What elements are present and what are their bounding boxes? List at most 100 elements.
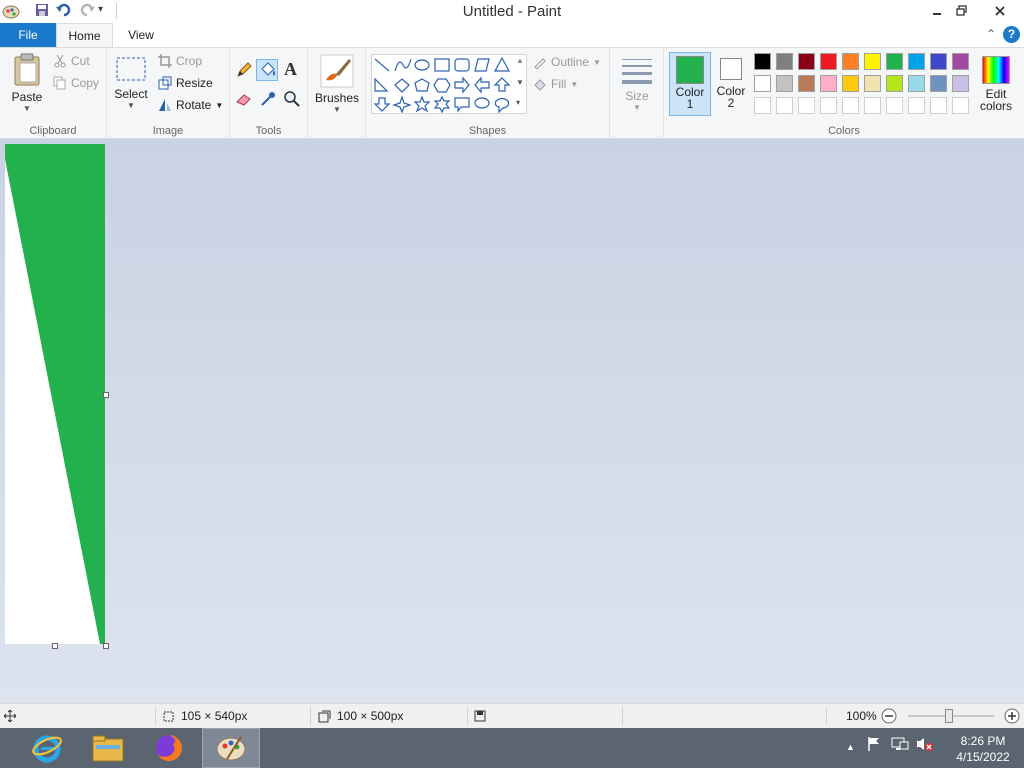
fill-button[interactable]: Fill ▼ xyxy=(533,77,578,91)
palette-swatch[interactable] xyxy=(886,53,903,70)
shapes-scroll-up-icon[interactable]: ▲ xyxy=(516,56,524,65)
rotate-dropdown-icon: ▼ xyxy=(215,100,224,110)
palette-swatch[interactable] xyxy=(798,75,815,92)
outline-button[interactable]: Outline ▼ xyxy=(533,55,601,69)
crop-label: Crop xyxy=(176,54,203,68)
drawing-canvas[interactable] xyxy=(5,144,105,644)
crop-button[interactable]: Crop xyxy=(158,54,202,68)
line-shape-icon xyxy=(374,58,390,72)
custom-color-slot[interactable] xyxy=(842,97,859,114)
palette-swatch[interactable] xyxy=(930,75,947,92)
palette-swatch[interactable] xyxy=(842,53,859,70)
palette-swatch[interactable] xyxy=(820,53,837,70)
custom-color-slot[interactable] xyxy=(864,97,881,114)
resize-button[interactable]: Resize xyxy=(158,76,213,90)
zoom-out-icon xyxy=(881,708,897,724)
palette-swatch[interactable] xyxy=(776,53,793,70)
network-icon[interactable] xyxy=(891,736,909,755)
resize-handle-corner[interactable] xyxy=(103,643,109,649)
restore-button[interactable] xyxy=(950,0,974,22)
size-button[interactable]: Size ▼ xyxy=(618,56,656,112)
clipboard-icon xyxy=(14,53,40,86)
palette-swatch[interactable] xyxy=(842,75,859,92)
color1-button[interactable]: Color 1 xyxy=(669,52,711,116)
cloud-callout-shape-icon xyxy=(494,97,510,114)
crop-icon xyxy=(158,54,172,68)
resize-handle-right[interactable] xyxy=(103,392,109,398)
color2-button[interactable]: Color 2 xyxy=(715,52,747,116)
zoom-out-button[interactable] xyxy=(881,704,897,728)
clock[interactable]: 8:26 PM 4/15/2022 xyxy=(948,733,1018,765)
custom-color-slot[interactable] xyxy=(776,97,793,114)
palette-swatch[interactable] xyxy=(754,53,771,70)
text-tool-icon[interactable]: A xyxy=(284,59,297,80)
tools-group-label: Tools xyxy=(255,125,282,137)
internet-explorer-button[interactable] xyxy=(18,728,76,768)
ribbon-tabs: File Home View ⌃ ? xyxy=(0,23,1024,47)
zoom-slider-thumb[interactable] xyxy=(945,709,953,723)
paint-taskbar-button[interactable] xyxy=(202,728,260,768)
edit-colors-button[interactable]: Edit colors xyxy=(976,56,1016,112)
rotate-button[interactable]: Rotate ▼ xyxy=(158,98,223,112)
paste-button[interactable]: Paste ▼ xyxy=(8,53,46,113)
pencil-icon[interactable] xyxy=(235,61,255,81)
palette-swatch[interactable] xyxy=(798,53,815,70)
tab-view[interactable]: View xyxy=(113,23,169,47)
zoom-in-button[interactable] xyxy=(1004,704,1020,728)
palette-swatch[interactable] xyxy=(820,75,837,92)
status-divider xyxy=(467,707,468,725)
canvas-workspace[interactable] xyxy=(0,139,1024,703)
firefox-button[interactable] xyxy=(140,728,198,768)
palette-swatch[interactable] xyxy=(886,75,903,92)
custom-color-slot[interactable] xyxy=(908,97,925,114)
custom-color-slot[interactable] xyxy=(952,97,969,114)
cut-button[interactable]: Cut xyxy=(53,54,90,68)
copy-icon xyxy=(53,76,66,90)
help-icon[interactable]: ? xyxy=(1003,26,1020,43)
palette-swatch[interactable] xyxy=(864,53,881,70)
color-picker-icon[interactable] xyxy=(259,90,279,110)
fill-bucket-icon[interactable] xyxy=(256,59,278,81)
select-dropdown-icon[interactable]: ▼ xyxy=(113,101,149,110)
shapes-more-icon[interactable]: ▾ xyxy=(516,98,520,107)
rectangle-shape-icon xyxy=(434,58,450,72)
custom-color-slot[interactable] xyxy=(820,97,837,114)
custom-color-slot[interactable] xyxy=(886,97,903,114)
custom-color-slot[interactable] xyxy=(754,97,771,114)
copy-button[interactable]: Copy xyxy=(53,76,99,90)
palette-swatch[interactable] xyxy=(754,75,771,92)
tools-group: A Tools xyxy=(230,48,308,139)
palette-swatch[interactable] xyxy=(864,75,881,92)
resize-handle-bottom[interactable] xyxy=(52,643,58,649)
tab-home[interactable]: Home xyxy=(56,23,113,47)
palette-swatch[interactable] xyxy=(930,53,947,70)
palette-swatch[interactable] xyxy=(952,53,969,70)
show-hidden-icons-icon[interactable]: ▲ xyxy=(846,742,855,752)
select-button[interactable]: Select ▼ xyxy=(113,54,149,110)
action-center-flag-icon[interactable] xyxy=(866,736,882,755)
palette-swatch[interactable] xyxy=(776,75,793,92)
diamond-shape-icon xyxy=(394,78,410,93)
palette-swatch[interactable] xyxy=(908,53,925,70)
five-point-star-shape-icon xyxy=(413,95,431,113)
volume-muted-icon[interactable] xyxy=(915,736,933,755)
paste-dropdown-icon[interactable]: ▼ xyxy=(8,104,46,113)
window-title: Untitled - Paint xyxy=(462,3,562,20)
close-button[interactable] xyxy=(976,0,1024,22)
shapes-scroll-down-icon[interactable]: ▼ xyxy=(516,78,524,87)
collapse-ribbon-icon[interactable]: ⌃ xyxy=(986,27,996,41)
brushes-button[interactable]: Brushes ▼ xyxy=(312,54,362,114)
eraser-icon[interactable] xyxy=(235,90,255,110)
color2-number: 2 xyxy=(727,96,735,110)
polygon-shape-icon xyxy=(474,58,490,72)
palette-swatch[interactable] xyxy=(952,75,969,92)
down-arrow-shape-icon xyxy=(373,97,391,112)
custom-color-slot[interactable] xyxy=(798,97,815,114)
magnifier-icon[interactable] xyxy=(283,90,303,110)
file-explorer-button[interactable] xyxy=(79,728,137,768)
palette-swatch[interactable] xyxy=(908,75,925,92)
image-group: Select ▼ Crop Resize Rotate ▼ Image xyxy=(107,48,230,139)
minimize-button[interactable] xyxy=(925,0,949,22)
tab-file[interactable]: File xyxy=(0,23,56,47)
custom-color-slot[interactable] xyxy=(930,97,947,114)
